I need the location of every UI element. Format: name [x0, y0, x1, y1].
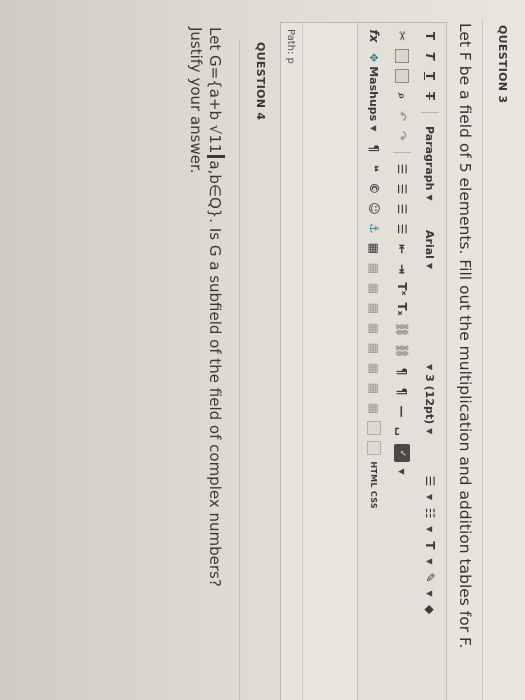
html-css-button[interactable]: HTML CSS [370, 461, 379, 509]
row-properties-icon[interactable] [367, 441, 381, 456]
chevron-down-icon: ▼ [425, 194, 435, 201]
align-justify-icon[interactable]: ☰ [395, 222, 409, 236]
equation-button[interactable]: fx [367, 29, 381, 43]
toolbar-separator [393, 152, 411, 153]
question-4-divider [239, 40, 240, 700]
bullet-list-icon[interactable]: ☰ [423, 474, 437, 488]
font-size-select[interactable]: ▼ 3 (12pt) ▼ [424, 360, 437, 468]
ltr-icon[interactable]: ¶ [395, 364, 409, 378]
mashups-select[interactable]: ✥ Mashups ▼ [368, 49, 381, 135]
text-color-button[interactable]: T [423, 538, 437, 552]
question-4-text: Let G={a+b √11 a,b∈Q}. Is G a subfield of… [206, 27, 225, 587]
chevron-down-icon[interactable]: ▼ [398, 468, 407, 474]
special-character-icon[interactable]: © [367, 181, 381, 195]
paragraph-format-label: Paragraph [423, 126, 437, 191]
chevron-down-icon[interactable]: ▼ [426, 526, 435, 532]
spellcheck-icon[interactable]: ✓ [394, 444, 410, 463]
editor-toolbar: T T T T Paragraph ▼ Arial ▼ ▼ 3 (12pt) ▼ [357, 23, 446, 700]
paragraph-format-select[interactable]: Paragraph ▼ [424, 122, 437, 220]
chevron-down-icon[interactable]: ▼ [426, 558, 435, 564]
chevron-down-icon: ▼ [425, 364, 435, 371]
font-family-label: Arial [423, 230, 437, 259]
link-icon[interactable]: ⛓ [395, 322, 409, 337]
bold-button[interactable]: T [423, 29, 437, 43]
strikethrough-button[interactable]: T [423, 89, 437, 103]
subscript-button[interactable]: Tₓ [395, 302, 409, 316]
paste-icon[interactable] [395, 69, 409, 83]
mashups-label: Mashups [367, 66, 381, 122]
question-3-divider [482, 20, 483, 700]
align-right-icon[interactable]: ☰ [395, 202, 409, 216]
table-icon[interactable]: ▦ [367, 241, 381, 255]
table-merge-cells-icon[interactable]: ▦ [367, 401, 381, 415]
table-row-before-icon[interactable]: ▦ [367, 261, 381, 275]
answer-editor[interactable]: T T T T Paragraph ▼ Arial ▼ ▼ 3 (12pt) ▼ [280, 22, 447, 700]
undo-icon[interactable]: ↶ [395, 109, 409, 123]
underline-button[interactable]: T [423, 69, 437, 83]
search-icon[interactable]: ⌕ [395, 89, 410, 103]
table-col-after-icon[interactable]: ▦ [367, 341, 381, 355]
question-3-heading: QUESTION 3 [496, 25, 509, 104]
question-4-text-part-2: a,b∈Q}. Is G a subfield of the field of … [206, 160, 224, 587]
superscript-button[interactable]: Tˣ [395, 282, 409, 296]
nonbreaking-space-icon[interactable]: ␣ [395, 424, 409, 438]
editor-content-area[interactable] [303, 23, 357, 700]
redo-icon[interactable]: ↷ [395, 129, 409, 143]
status-divider [302, 23, 303, 700]
table-row-after-icon[interactable]: ▦ [367, 281, 381, 295]
anchor-icon[interactable]: ⚓ [367, 221, 381, 235]
editor-path-status: Path: p [285, 29, 296, 64]
table-col-before-icon[interactable]: ▦ [367, 321, 381, 335]
table-delete-col-icon[interactable]: ▦ [367, 361, 381, 375]
indent-icon[interactable]: ⇥ [395, 262, 409, 276]
question-4-text-line-2: Justify your answer. [187, 27, 205, 174]
question-4-heading: QUESTION 4 [254, 42, 267, 121]
chevron-down-icon: ▼ [425, 262, 435, 270]
mashups-icon: ✥ [367, 53, 381, 63]
quote-icon[interactable]: ❝ [367, 161, 381, 175]
font-size-label: 3 (12pt) [423, 374, 437, 425]
toolbar-separator [421, 112, 439, 113]
toolbar-row-2: ✂ ⌕ ↶ ↷ ☰ ☰ ☰ ☰ ⇤ ⇥ Tˣ Tₓ ⛓ ⛓ ¶ ¶ — ␣ ✓ … [389, 29, 415, 700]
cut-icon[interactable]: ✂ [395, 29, 409, 43]
copy-icon[interactable] [395, 49, 409, 63]
page: QUESTION 3 Let F be a field of 5 element… [0, 0, 525, 700]
toolbar-row-1: T T T T Paragraph ▼ Arial ▼ ▼ 3 (12pt) ▼ [417, 29, 443, 700]
chevron-down-icon[interactable]: ▼ [426, 494, 435, 500]
highlight-pen-icon[interactable]: ✎ [423, 570, 437, 584]
italic-button[interactable]: T [423, 49, 437, 63]
question-3-text: Let F be a field of 5 elements. Fill out… [456, 23, 474, 649]
horizontal-rule-icon[interactable]: — [395, 404, 409, 418]
chevron-down-icon: ▼ [369, 125, 379, 132]
pilcrow-icon[interactable]: ¶ [367, 141, 381, 155]
emoticon-icon[interactable]: ☺ [367, 201, 381, 215]
align-center-icon[interactable]: ☰ [395, 182, 409, 196]
chevron-down-icon[interactable]: ▼ [426, 590, 435, 596]
numbered-list-icon[interactable]: ☷ [423, 506, 437, 520]
question-4-text-part-1: Let G={a+b √11 [206, 27, 224, 154]
eraser-icon[interactable]: ◆ [423, 603, 437, 617]
rtl-icon[interactable]: ¶ [395, 384, 409, 398]
toolbar-row-3: fx ✥ Mashups ▼ ¶ ❝ © ☺ ⚓ ▦ ▦ ▦ ▦ ▦ ▦ ▦ ▦ [361, 29, 387, 700]
cell-properties-icon[interactable] [367, 421, 381, 436]
font-family-select[interactable]: Arial ▼ [424, 226, 437, 354]
chevron-down-icon: ▼ [425, 428, 435, 435]
table-delete-row-icon[interactable]: ▦ [367, 301, 381, 315]
unlink-icon[interactable]: ⛓ [395, 343, 409, 358]
outdent-icon[interactable]: ⇤ [395, 242, 409, 256]
text-cursor [207, 155, 225, 159]
align-left-icon[interactable]: ☰ [395, 162, 409, 176]
table-split-cells-icon[interactable]: ▦ [367, 381, 381, 395]
